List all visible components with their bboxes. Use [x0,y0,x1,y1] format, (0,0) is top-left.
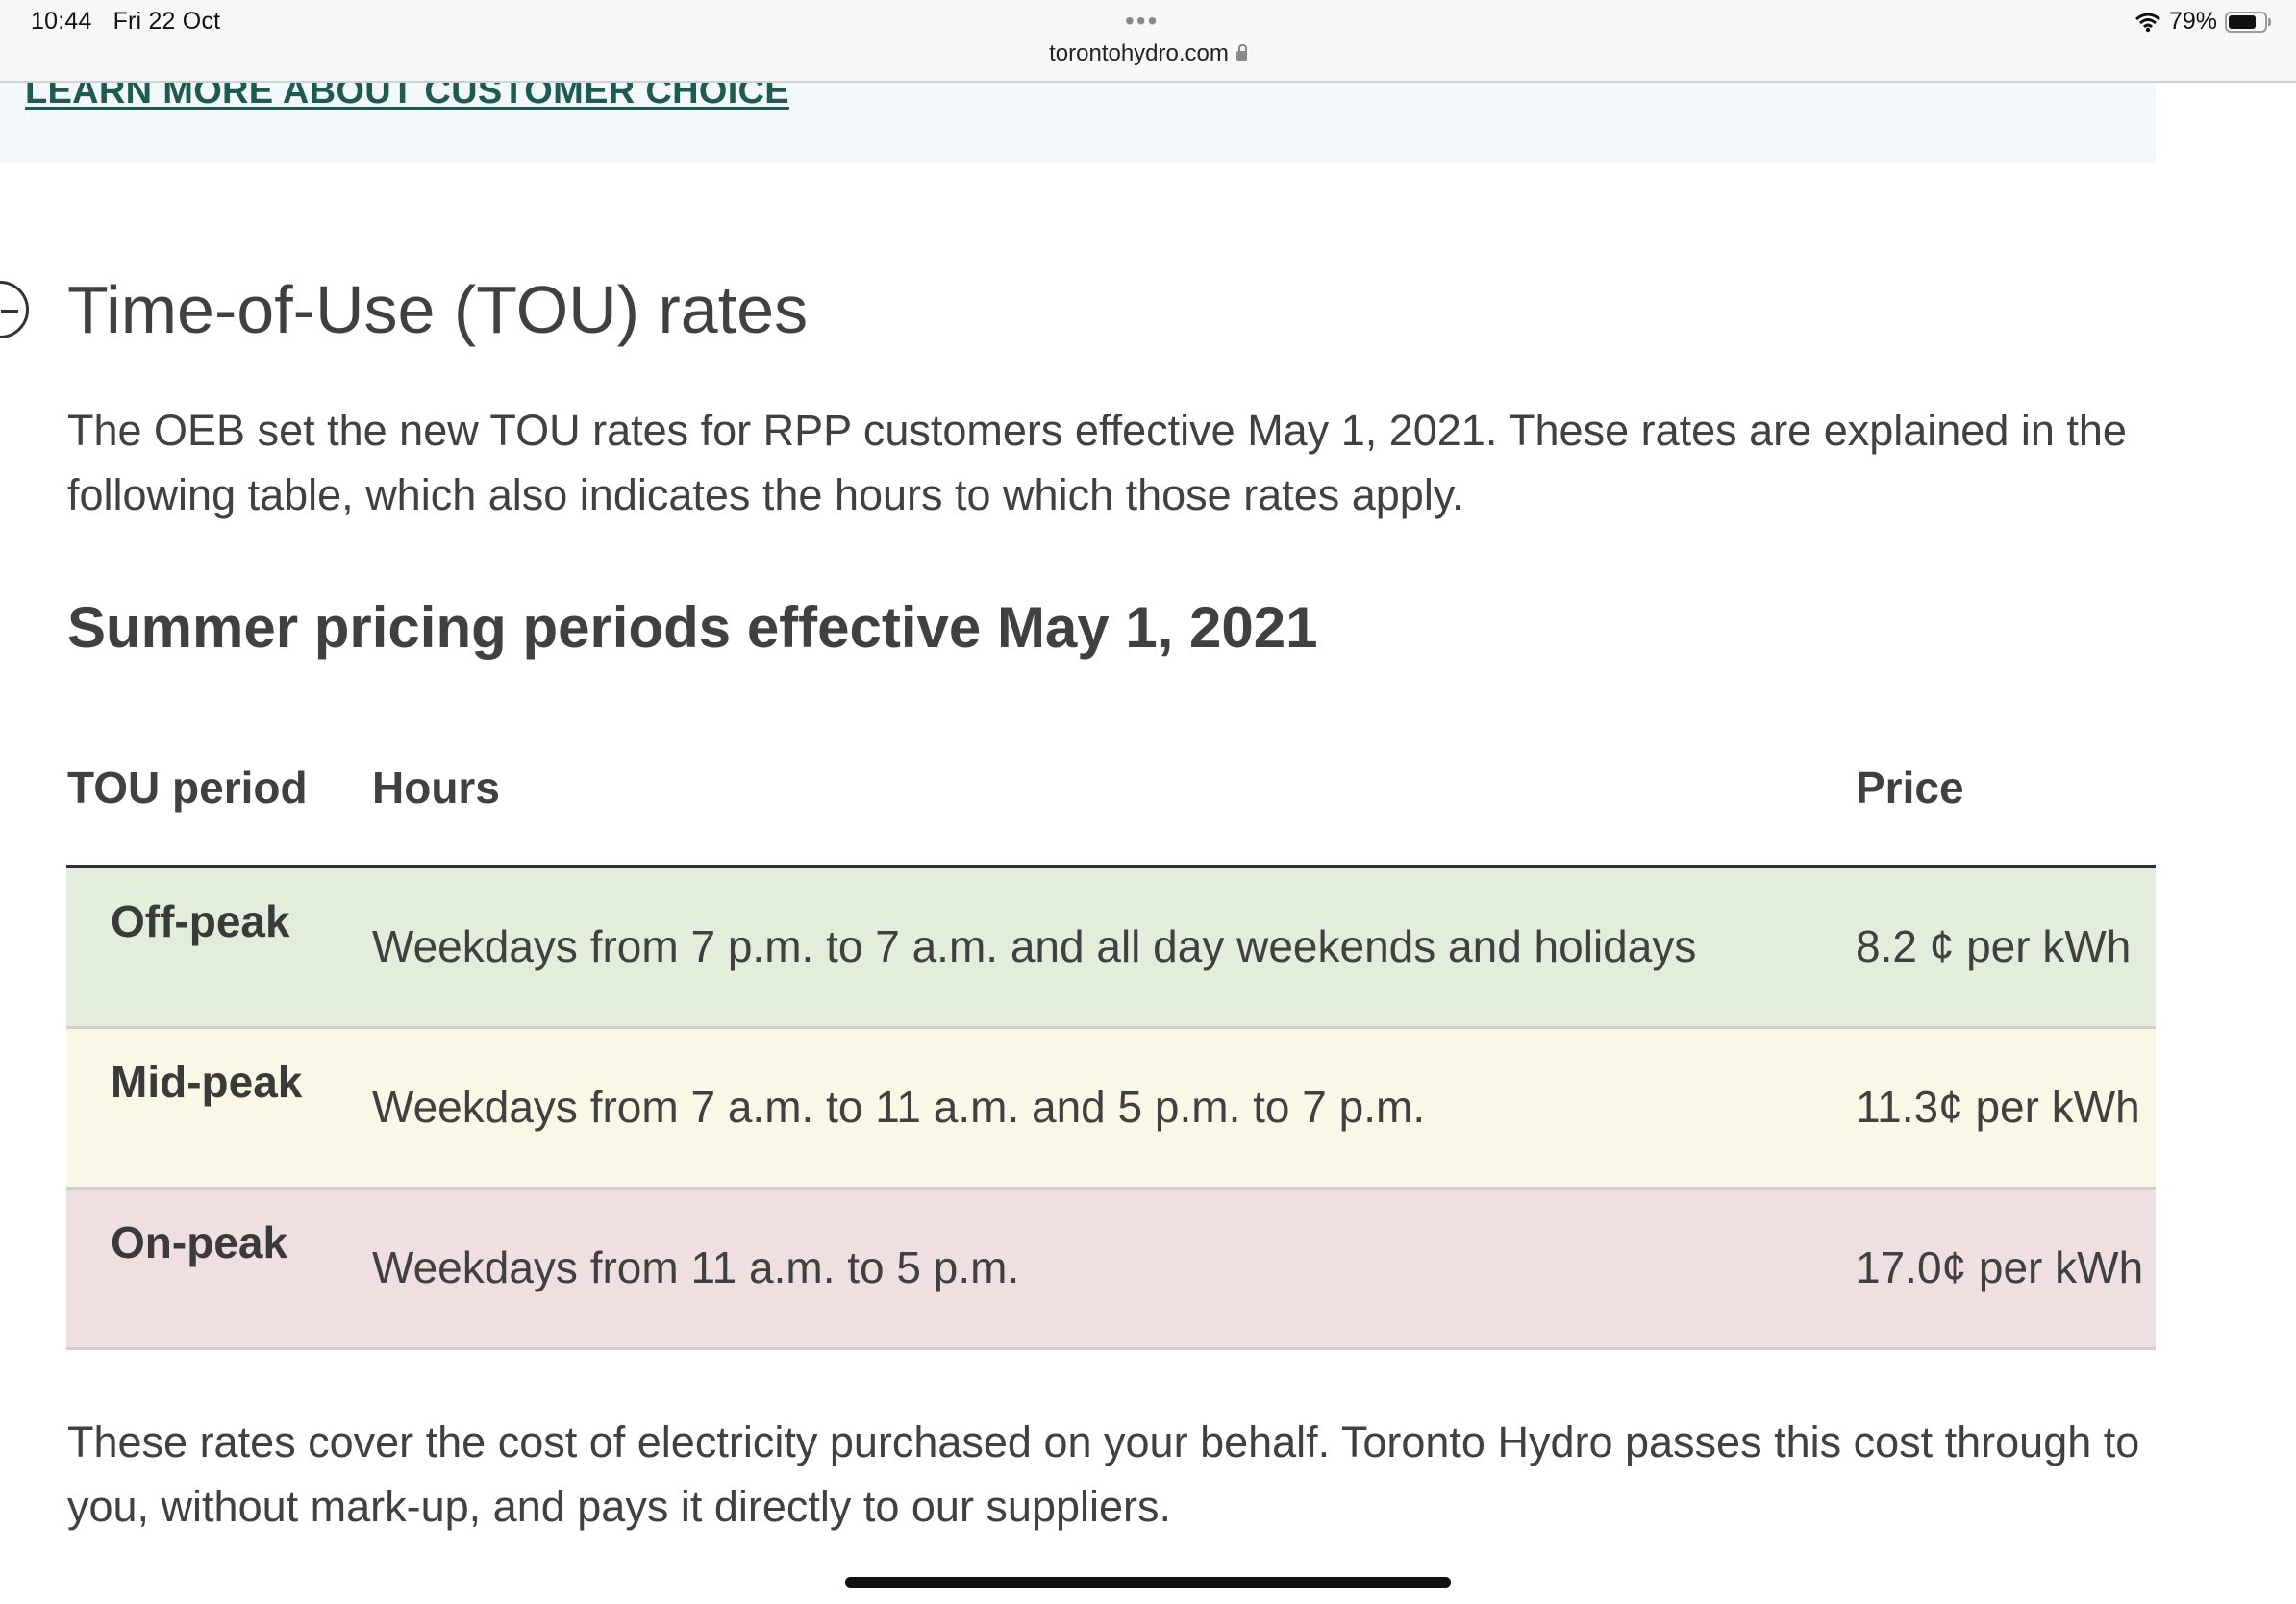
status-indicators: 79% [2134,8,2271,36]
address-bar[interactable]: torontohydro.com [0,40,2296,67]
home-indicator[interactable] [845,1577,1451,1588]
learn-more-customer-choice-link[interactable]: LEARN MORE ABOUT CUSTOMER CHOICE [25,83,789,113]
rates-footnote: These rates cover the cost of electricit… [67,1417,2140,1531]
status-clock: 10:44 Fri 22 Oct [31,8,241,36]
cell-price: 11.3¢ per kWh [1856,1082,2140,1132]
url-text: torontohydro.com [1049,40,1229,66]
cell-hours: Weekdays from 7 p.m. to 7 a.m. and all d… [372,921,1697,971]
table-row-mid-peak: Mid-peak Weekdays from 7 a.m. to 11 a.m.… [66,1029,2156,1190]
cell-period: Off-peak [111,896,290,946]
cell-price: 17.0¢ per kWh [1856,1242,2144,1292]
battery-fill [2229,14,2257,29]
status-time: 10:44 [31,8,92,35]
cell-period: On-peak [111,1217,288,1267]
cell-price: 8.2 ¢ per kWh [1856,921,2132,971]
wifi-icon [2134,13,2160,32]
header-hours: Hours [372,763,500,813]
header-tou-period: TOU period [67,763,308,813]
status-bar: 10:44 Fri 22 Oct ••• torontohydro.com 79% [0,0,2296,83]
battery-percent: 79% [2168,8,2217,35]
status-date: Fri 22 Oct [112,8,221,35]
multitasking-dots-icon[interactable]: ••• [1125,6,1159,37]
tou-rates-table: TOU period Hours Price Off-peak Weekdays… [66,750,2156,1350]
table-row-on-peak: On-peak Weekdays from 11 a.m. to 5 p.m. … [66,1190,2156,1350]
cell-period: Mid-peak [111,1057,303,1107]
table-header: TOU period Hours Price [66,750,2156,868]
section-title: Time-of-Use (TOU) rates [67,272,809,347]
lock-icon [1235,44,1247,61]
section-intro: The OEB set the new TOU rates for RPP cu… [67,406,2127,519]
battery-icon [2225,11,2271,33]
cell-hours: Weekdays from 11 a.m. to 5 p.m. [372,1242,1020,1292]
header-price: Price [1856,763,1964,813]
cell-hours: Weekdays from 7 a.m. to 11 a.m. and 5 p.… [372,1082,1426,1132]
customer-choice-banner: LEARN MORE ABOUT CUSTOMER CHOICE [0,83,2156,163]
table-subtitle: Summer pricing periods effective May 1, … [67,595,1318,660]
table-row-off-peak: Off-peak Weekdays from 7 p.m. to 7 a.m. … [66,868,2156,1029]
collapse-section-icon[interactable] [0,281,29,338]
